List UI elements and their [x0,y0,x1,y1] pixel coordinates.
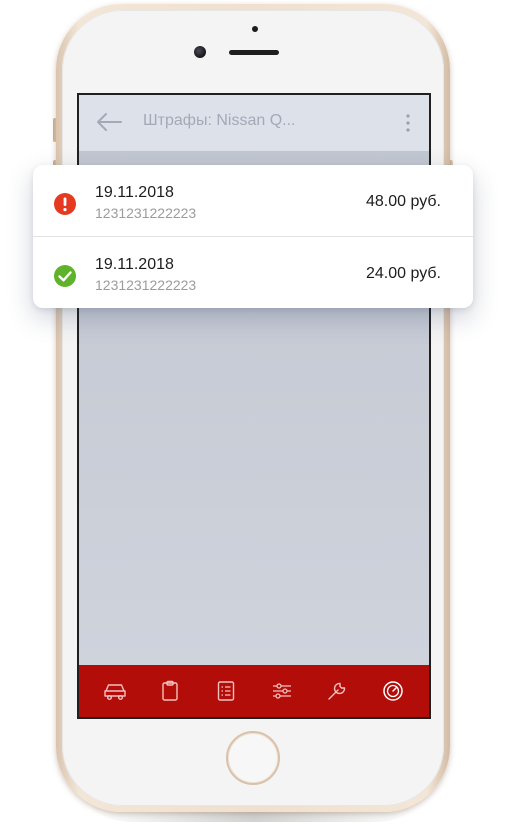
list-icon [217,681,235,701]
fine-row[interactable]: 19.11.2018 1231231222223 48.00 руб. [33,165,473,236]
sliders-icon [272,683,291,699]
more-vert-icon[interactable] [405,113,411,133]
earpiece-speaker [229,50,279,55]
fines-card: 19.11.2018 1231231222223 48.00 руб. 19.1… [33,165,473,308]
fine-amount: 24.00 руб. [366,265,441,282]
fine-row[interactable]: 19.11.2018 1231231222223 24.00 руб. [33,236,473,308]
check-circle-icon [54,265,76,287]
fine-number: 1231231222223 [95,205,197,221]
front-camera [194,46,206,58]
wrench-icon [328,682,346,700]
tab-fines[interactable] [375,673,411,709]
bottom-tab-bar [79,665,429,717]
fine-amount: 48.00 руб. [366,193,441,210]
proximity-sensor [252,26,258,32]
clipboard-icon [162,680,179,701]
car-icon [104,684,126,700]
fine-date: 19.11.2018 [95,256,174,273]
fine-date: 19.11.2018 [95,184,174,201]
tab-car[interactable] [97,673,133,709]
app-bar: Штрафы: Nissan Q... [79,95,429,151]
speedometer-icon [383,681,403,701]
exclamation-circle-icon [54,193,76,215]
fine-number: 1231231222223 [95,277,197,293]
tab-service[interactable] [319,673,355,709]
tab-settings-sliders[interactable] [264,673,300,709]
home-button[interactable] [226,731,280,785]
tab-list[interactable] [208,673,244,709]
back-arrow-icon[interactable] [95,112,123,132]
tab-clipboard[interactable] [152,673,188,709]
page-title: Штрафы: Nissan Q... [143,112,296,129]
stage: Штрафы: Nissan Q... 19.11.2018 123123122… [0,0,506,830]
